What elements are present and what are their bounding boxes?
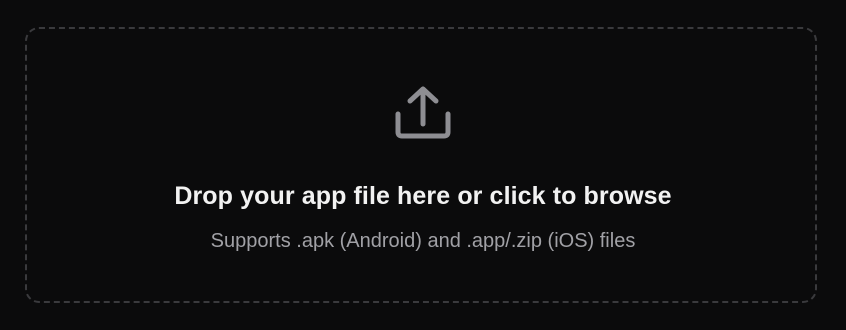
dropzone-title: Drop your app file here or click to brow… xyxy=(174,182,672,210)
file-dropzone[interactable] xyxy=(25,27,817,303)
upload-icon xyxy=(395,86,451,139)
dropzone-subtitle: Supports .apk (Android) and .app/.zip (i… xyxy=(210,230,636,252)
